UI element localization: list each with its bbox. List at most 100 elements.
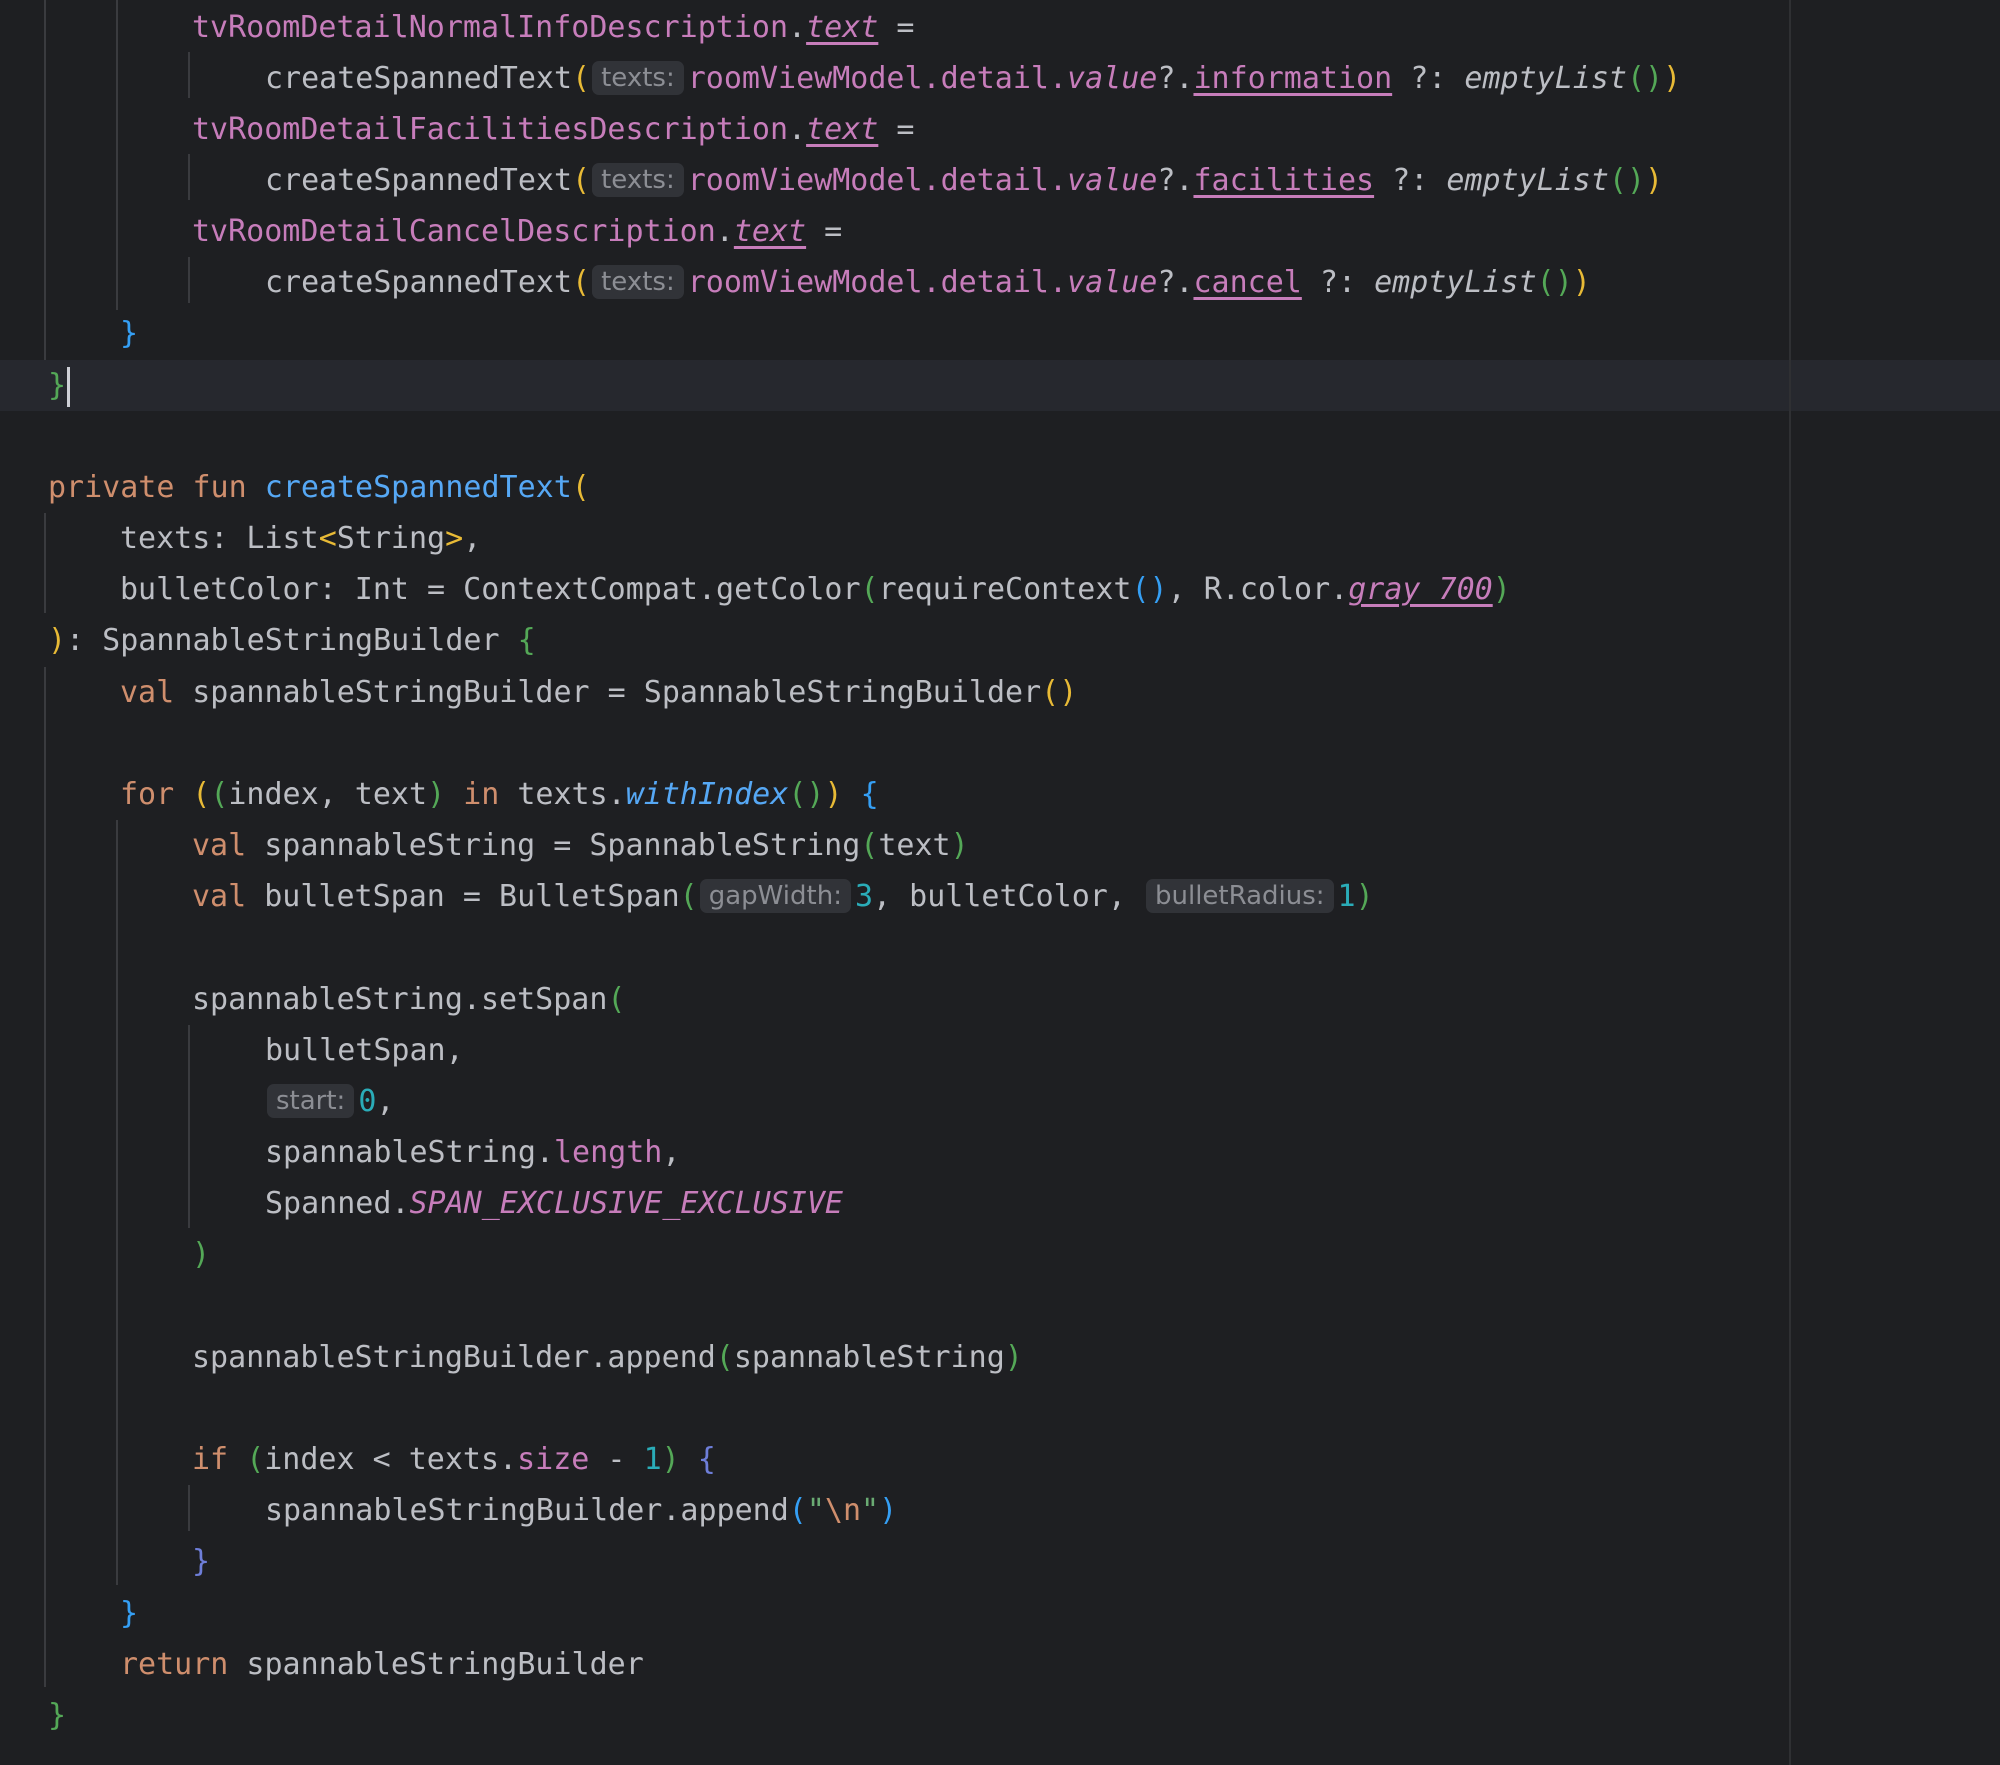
code-token: { bbox=[860, 777, 879, 812]
code-token: { bbox=[517, 623, 536, 658]
code-line[interactable]: spannableString.setSpan( bbox=[192, 974, 625, 1025]
code-token: ?: bbox=[1374, 163, 1447, 198]
code-token: , bulletColor, bbox=[873, 879, 1144, 914]
code-line[interactable]: val spannableString = SpannableString(te… bbox=[192, 820, 969, 871]
code-token: () bbox=[1626, 61, 1664, 96]
code-line[interactable]: private fun createSpannedText( bbox=[48, 462, 590, 513]
code-line[interactable]: spannableString.length, bbox=[265, 1127, 680, 1178]
code-line[interactable]: val spannableStringBuilder = SpannableSt… bbox=[120, 667, 1077, 718]
code-token: spannableStringBuilder.append bbox=[265, 1493, 789, 1528]
code-line[interactable]: spannableStringBuilder.append("\n") bbox=[265, 1485, 897, 1536]
code-token: ) bbox=[1572, 265, 1591, 300]
code-token: String bbox=[336, 521, 446, 556]
code-line[interactable]: } bbox=[192, 1536, 210, 1587]
code-token: < bbox=[318, 521, 337, 556]
parameter-hint: gapWidth: bbox=[699, 879, 851, 913]
code-token: for bbox=[120, 777, 175, 812]
code-token: spannableString = SpannableString bbox=[246, 828, 861, 863]
code-line[interactable]: } bbox=[48, 360, 71, 411]
code-line[interactable]: tvRoomDetailNormalInfoDescription.text = bbox=[192, 2, 914, 53]
code-token: if bbox=[192, 1442, 229, 1477]
code-token: \n bbox=[824, 1493, 862, 1528]
code-token: 1 bbox=[643, 1442, 662, 1477]
indent-guide bbox=[188, 52, 190, 98]
code-token: createSpannedText bbox=[264, 470, 572, 505]
right-margin-guide bbox=[1789, 0, 1791, 1765]
code-token: = bbox=[878, 112, 915, 147]
code-line[interactable]: val bulletSpan = BulletSpan(gapWidth: 3, … bbox=[192, 871, 1374, 922]
code-token: { bbox=[697, 1442, 716, 1477]
code-line[interactable]: ): SpannableStringBuilder { bbox=[48, 615, 536, 666]
code-line[interactable]: Spanned.SPAN_EXCLUSIVE_EXCLUSIVE bbox=[265, 1178, 843, 1229]
code-token: } bbox=[48, 368, 67, 403]
code-token: ?. bbox=[1157, 61, 1194, 96]
code-token: ) bbox=[1492, 572, 1511, 607]
code-token: ) bbox=[661, 1442, 680, 1477]
code-token: . bbox=[715, 214, 734, 249]
code-token: } bbox=[120, 316, 139, 351]
parameter-hint: bulletRadius: bbox=[1145, 879, 1334, 913]
code-line[interactable]: texts: List<String>, bbox=[120, 513, 481, 564]
code-token: ) bbox=[824, 777, 843, 812]
code-token: ?: bbox=[1392, 61, 1465, 96]
code-token: texts: List bbox=[120, 521, 319, 556]
code-token: return bbox=[120, 1647, 229, 1682]
code-line[interactable]: return spannableStringBuilder bbox=[120, 1639, 644, 1690]
code-token: spannableStringBuilder bbox=[228, 1647, 644, 1682]
parameter-hint: texts: bbox=[592, 163, 684, 197]
indent-guide bbox=[188, 154, 190, 200]
code-line[interactable]: createSpannedText(texts: roomViewModel.de… bbox=[265, 155, 1663, 206]
code-line[interactable]: for ((index, text) in texts.withIndex())… bbox=[120, 769, 879, 820]
code-token: bulletSpan, bbox=[265, 1033, 464, 1068]
text-caret bbox=[67, 366, 71, 407]
indent-guide bbox=[44, 0, 46, 360]
indent-guide bbox=[188, 257, 190, 303]
code-token: ( bbox=[860, 828, 879, 863]
code-token: roomViewModel.detail. bbox=[687, 61, 1068, 96]
indent-guide bbox=[44, 667, 46, 1687]
code-line[interactable]: createSpannedText(texts: roomViewModel.de… bbox=[265, 53, 1681, 104]
code-token: 0 bbox=[358, 1084, 377, 1119]
code-token: ( bbox=[607, 982, 626, 1017]
code-token: text bbox=[878, 828, 951, 863]
code-token: value bbox=[1067, 163, 1158, 198]
code-token: ) bbox=[950, 828, 969, 863]
code-token: , R.color. bbox=[1167, 572, 1349, 607]
code-token: , bbox=[463, 521, 482, 556]
code-token: tvRoomDetailFacilitiesDescription bbox=[192, 112, 789, 147]
code-token: gray_700 bbox=[1348, 572, 1493, 607]
code-token: index < texts. bbox=[264, 1442, 518, 1477]
code-token: ( bbox=[571, 470, 590, 505]
code-token: size bbox=[517, 1442, 590, 1477]
code-token: () bbox=[1608, 163, 1646, 198]
code-token: spannableString.setSpan bbox=[192, 982, 608, 1017]
code-token: ) bbox=[48, 623, 67, 658]
code-token: . bbox=[788, 10, 807, 45]
code-token: ( bbox=[788, 1493, 807, 1528]
code-editor[interactable]: tvRoomDetailNormalInfoDescription.text =… bbox=[0, 0, 2000, 1765]
code-token: ) bbox=[1004, 1340, 1023, 1375]
code-token: tvRoomDetailNormalInfoDescription bbox=[192, 10, 789, 45]
code-line[interactable]: } bbox=[48, 1690, 66, 1741]
code-line[interactable]: spannableStringBuilder.append(spannableS… bbox=[192, 1332, 1023, 1383]
code-token: , bbox=[376, 1084, 395, 1119]
code-token: ?. bbox=[1157, 265, 1194, 300]
code-token: } bbox=[120, 1596, 139, 1631]
code-line[interactable]: createSpannedText(texts: roomViewModel.de… bbox=[265, 257, 1591, 308]
code-line[interactable]: } bbox=[120, 308, 138, 359]
code-token: , bbox=[662, 1135, 681, 1170]
code-token: " bbox=[806, 1493, 825, 1528]
code-line[interactable]: bulletSpan, bbox=[265, 1025, 464, 1076]
code-line[interactable]: } bbox=[120, 1588, 138, 1639]
code-line[interactable]: bulletColor: Int = ContextCompat.getColo… bbox=[120, 564, 1511, 615]
code-line[interactable]: tvRoomDetailFacilitiesDescription.text = bbox=[192, 104, 914, 155]
code-line[interactable]: ) bbox=[192, 1229, 210, 1280]
code-line[interactable]: start: 0, bbox=[265, 1076, 394, 1127]
code-line[interactable]: if (index < texts.size - 1) { bbox=[192, 1434, 716, 1485]
code-token: bulletSpan = BulletSpan bbox=[246, 879, 680, 914]
code-token: roomViewModel.detail. bbox=[687, 163, 1068, 198]
code-line[interactable]: tvRoomDetailCancelDescription.text = bbox=[192, 206, 842, 257]
